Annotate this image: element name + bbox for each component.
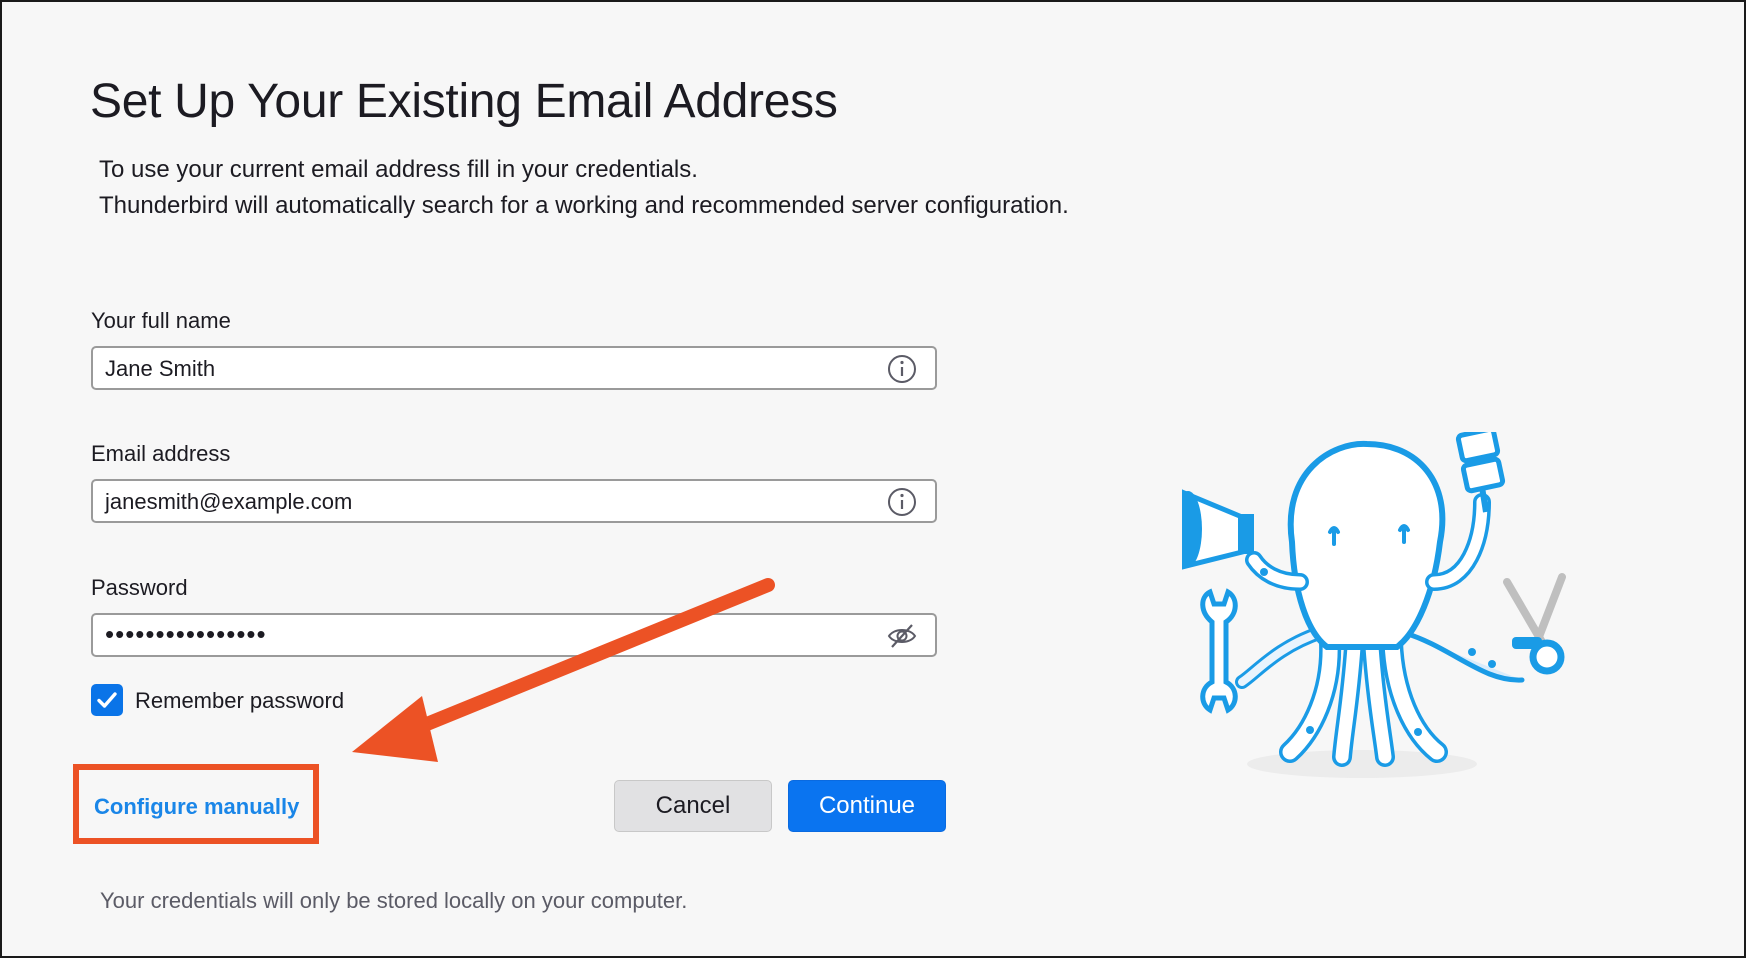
email-label: Email address — [91, 441, 231, 466]
cancel-button[interactable]: Cancel — [614, 780, 772, 832]
configure-manually-link[interactable]: Configure manually — [94, 794, 299, 820]
description-line-1: To use your current email address fill i… — [99, 156, 698, 183]
page-title: Set Up Your Existing Email Address — [90, 75, 838, 128]
password-field[interactable]: •••••••••••••••• — [91, 613, 937, 657]
checkmark-icon — [97, 692, 117, 708]
continue-button[interactable]: Continue — [788, 780, 946, 832]
info-icon[interactable] — [887, 354, 917, 384]
info-icon[interactable] — [887, 487, 917, 517]
remember-password-checkbox[interactable] — [91, 684, 123, 716]
account-setup-window: Set Up Your Existing Email Address To us… — [0, 0, 1746, 958]
email-field[interactable]: janesmith@example.com — [91, 479, 937, 523]
email-value: janesmith@example.com — [105, 489, 353, 514]
full-name-label: Your full name — [91, 308, 231, 333]
password-value: •••••••••••••••• — [105, 619, 267, 649]
eye-slash-icon[interactable] — [887, 621, 917, 651]
description-line-2: Thunderbird will automatically search fo… — [99, 192, 1069, 219]
octopus-mascot-icon — [1182, 432, 1566, 778]
password-label: Password — [91, 575, 188, 600]
full-name-value: Jane Smith — [105, 356, 216, 381]
remember-password-label: Remember password — [135, 688, 345, 713]
full-name-field[interactable]: Jane Smith — [91, 346, 937, 390]
privacy-note: Your credentials will only be stored loc… — [100, 888, 688, 913]
page-description: To use your current email address fill i… — [99, 152, 1069, 224]
